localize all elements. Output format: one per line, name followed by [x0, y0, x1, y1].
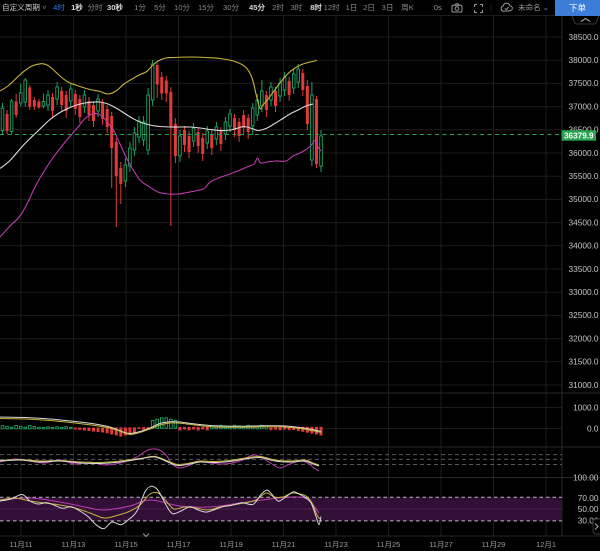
svg-text:35000.0: 35000.0 [569, 194, 599, 204]
svg-text:34000.0: 34000.0 [569, 241, 599, 251]
svg-text:70.00: 70.00 [578, 493, 599, 503]
svg-text:33500.0: 33500.0 [569, 264, 599, 274]
svg-text:11月15: 11月15 [114, 540, 138, 549]
svg-text:11月11: 11月11 [9, 540, 32, 549]
svg-text:38500.0: 38500.0 [569, 32, 599, 42]
svg-text:32000.0: 32000.0 [569, 333, 599, 343]
svg-text:11月25: 11月25 [377, 540, 401, 549]
svg-text:31000.0: 31000.0 [569, 380, 599, 390]
svg-text:11月13: 11月13 [62, 540, 86, 549]
svg-text:12月1: 12月1 [536, 540, 556, 549]
svg-text:50.00: 50.00 [578, 504, 599, 514]
svg-text:33000.0: 33000.0 [569, 287, 599, 297]
svg-text:38000.0: 38000.0 [569, 55, 599, 65]
svg-text:34500.0: 34500.0 [569, 217, 599, 227]
svg-text:36379.9: 36379.9 [564, 132, 594, 141]
svg-text:37500.0: 37500.0 [569, 78, 599, 88]
svg-text:11月19: 11月19 [219, 540, 243, 549]
svg-text:37000.0: 37000.0 [569, 101, 599, 111]
svg-text:11月29: 11月29 [482, 540, 506, 549]
svg-text:0.0: 0.0 [587, 423, 599, 433]
svg-text:11月21: 11月21 [272, 540, 296, 549]
svg-text:11月23: 11月23 [324, 540, 348, 549]
svg-text:100.00: 100.00 [573, 473, 599, 483]
svg-text:35500.0: 35500.0 [569, 171, 599, 181]
svg-text:11月27: 11月27 [429, 540, 453, 549]
svg-text:11月17: 11月17 [167, 540, 191, 549]
svg-text:1000.0: 1000.0 [573, 402, 599, 412]
svg-text:31500.0: 31500.0 [569, 357, 599, 367]
svg-text:36000.0: 36000.0 [569, 148, 599, 158]
svg-text:32500.0: 32500.0 [569, 310, 599, 320]
